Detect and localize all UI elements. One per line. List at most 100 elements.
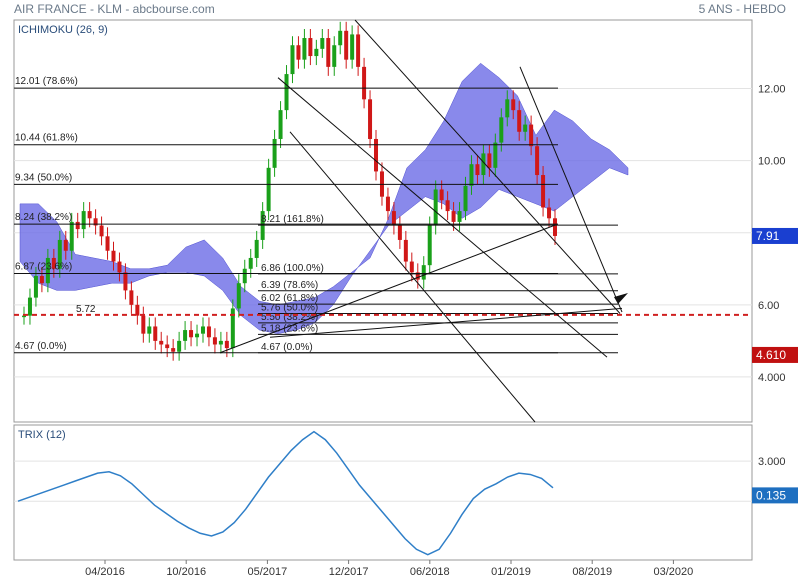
candle-body [218,340,223,345]
candle-body [457,211,462,222]
candle-body [284,74,289,111]
candle-body [236,283,241,309]
candle-body [141,315,146,334]
candle-body [535,146,540,176]
candle-body [469,164,474,186]
candle-body [39,275,44,284]
x-tick-label: 08/2019 [572,566,612,578]
candle-body [81,211,86,230]
fib-label-right: 6.86 (100.0%) [261,263,324,274]
trix-y-tick-label: 3.000 [758,456,786,468]
candle-body [523,124,528,132]
candle-body [308,38,313,57]
candle-body [368,99,373,139]
fib-label-left: 9.34 (50.0%) [15,172,72,183]
dashed-level-label: 5.72 [76,304,96,315]
fib-label-left: 6.87 (23.6%) [15,261,72,272]
candle-body [421,265,426,280]
candle-body [296,45,301,60]
candle-body [153,326,158,341]
price-panel [13,19,753,423]
candle-body [505,99,510,118]
fib-label-right: 5.18 (23.6%) [261,323,318,334]
candle-body [427,225,432,266]
fib-label-right: 6.39 (78.6%) [261,280,318,291]
candle-body [326,38,331,67]
x-tick-label: 01/2019 [491,566,531,578]
candle-body [499,117,504,143]
candle-body [63,239,68,251]
y-tick-label: 12.00 [758,84,786,96]
candle-body [248,257,253,269]
fib-label-left: 8.24 (38.2%) [15,212,72,223]
candle-body [254,239,259,258]
candle-body [242,268,247,284]
candle-body [517,110,522,132]
x-tick-label: 10/2016 [166,566,206,578]
candle-body [338,30,343,46]
candle-body [511,99,516,111]
candle-body [290,45,295,75]
fib-label-right: 5.50 (38.2%) [261,312,318,323]
candle-body [105,236,110,251]
candle-body [147,326,152,334]
x-tick-label: 04/2016 [85,566,125,578]
candle-body [212,337,217,345]
support-price-label: 4.610 [756,348,786,362]
candle-body [475,164,480,176]
trix-value-label: 0.135 [756,488,786,502]
candle-body [27,297,32,316]
candle-body [75,221,80,230]
candle-body [159,340,164,345]
candle-body [266,167,271,212]
x-tick-label: 06/2018 [410,566,450,578]
candle-body [206,326,211,338]
stock-chart: 12.01 (78.6%) 10.44 (61.8%) 9.34 (50.0%) 8.… [13,19,798,578]
candle-body [183,330,188,341]
candle-body [165,344,170,349]
fib-label-left: 4.67 (0.0%) [15,341,67,352]
candle-body [362,66,367,100]
candle-body [529,124,534,147]
candle-body [123,272,128,291]
candle-body [171,348,176,352]
candle-body [87,211,92,219]
candle-body [541,175,546,208]
candle-body [332,45,337,67]
candle-body [189,330,194,338]
candle-body [403,239,408,262]
candle-body [439,189,444,201]
x-tick-label: 12/2017 [329,566,369,578]
candle-body [195,333,200,338]
candle-body [451,211,456,222]
last-price-label: 7.91 [756,229,780,243]
candle-body [177,340,182,352]
candle-body [374,138,379,172]
candle-body [463,185,468,212]
candle-body [409,261,414,273]
candle-body [200,326,205,334]
indicator-label-ichimoku: ICHIMOKU (26, 9) [18,24,108,36]
fib-label-right: 4.67 (0.0%) [261,342,313,353]
candle-body [129,290,134,305]
candle-body [350,34,355,60]
x-tick-label: 05/2017 [248,566,288,578]
trix-panel-frame [13,424,753,561]
candle-body [487,153,492,168]
candle-body [69,221,74,251]
candle-body [547,207,552,219]
candle-body [117,261,122,273]
candle-body [302,38,307,60]
candle-body [278,110,283,139]
candle-body [385,196,390,212]
candle-body [344,30,349,60]
fib-label-left: 10.44 (61.8%) [15,133,78,144]
candle-body [553,218,557,236]
candle-body [397,225,402,240]
candle-body [445,200,450,212]
candle-body [111,250,116,262]
fib-label-right: 8.21 (161.8%) [261,214,324,225]
candle-body [99,225,104,237]
candle-body [391,211,396,226]
y-tick-label: 10.00 [758,156,786,168]
